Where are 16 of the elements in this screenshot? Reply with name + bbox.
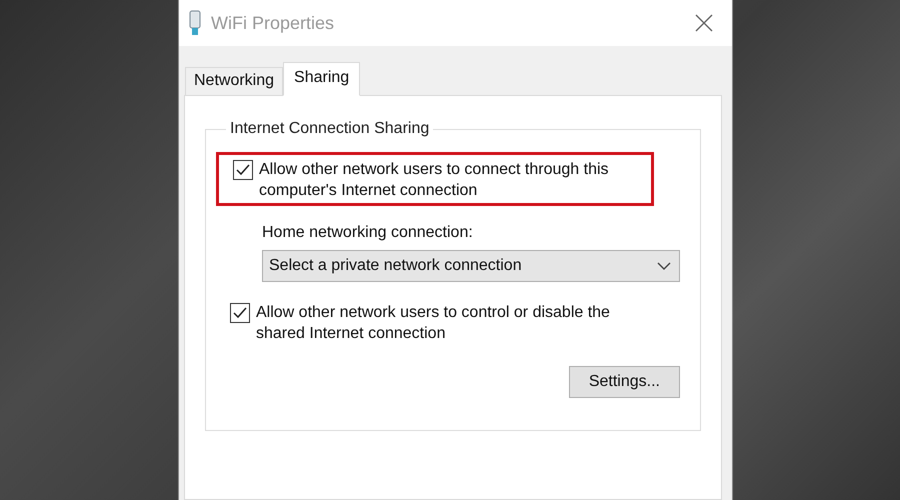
close-icon [695, 14, 713, 32]
checkbox[interactable] [233, 160, 253, 180]
checkbox-label: Allow other network users to control or disable the shared Internet connection [256, 303, 611, 344]
settings-button[interactable]: Settings... [568, 366, 680, 398]
network-adapter-icon [189, 10, 201, 36]
window-title: WiFi Properties [211, 12, 336, 34]
group-title: Internet Connection Sharing [229, 120, 430, 138]
checkbox-label: Allow other network users to connect through this computer's Internet connection [259, 160, 610, 201]
checkbox[interactable] [230, 303, 250, 323]
network-dropdown[interactable]: Select a private network connection [262, 250, 680, 282]
field-label: Home networking connection: [262, 224, 474, 242]
checkmark-icon [233, 307, 247, 319]
checkmark-icon [236, 164, 250, 176]
tab[interactable]: Networking [185, 67, 284, 96]
tab[interactable]: Sharing [283, 62, 360, 96]
chevron-down-icon [657, 262, 671, 270]
